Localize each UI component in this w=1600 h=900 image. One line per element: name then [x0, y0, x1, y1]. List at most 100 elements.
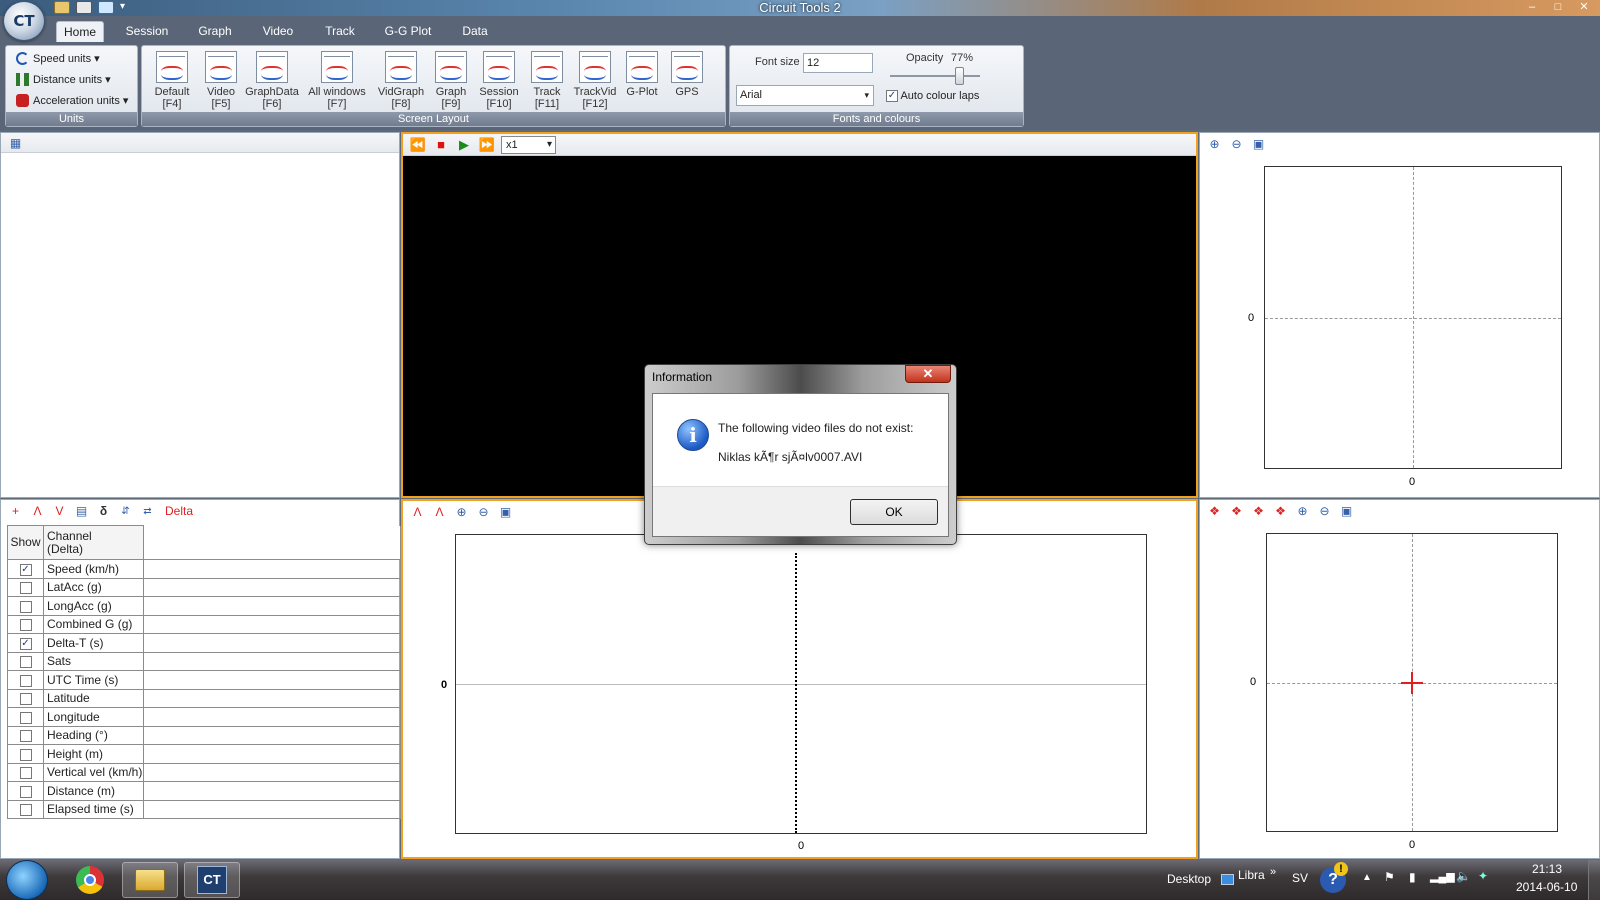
zoom-out-icon[interactable]: ⊖ — [475, 504, 492, 521]
show-desktop-button[interactable] — [1588, 860, 1600, 900]
zoom-out-icon[interactable]: ⊖ — [1316, 503, 1333, 520]
toolbar-overflow-chevron[interactable]: » — [1270, 866, 1276, 878]
maximize-button[interactable]: □ — [1548, 0, 1568, 15]
channel-row[interactable]: ✓ Speed (km/h) — [7, 559, 401, 579]
track-plot-area[interactable] — [1264, 166, 1562, 469]
application-menu-button[interactable]: CT — [3, 1, 45, 41]
layout-default-button[interactable]: Default [F4] — [149, 51, 195, 110]
layout-gplot-button[interactable]: G-Plot — [619, 51, 665, 98]
zoom-out-icon[interactable]: ⊖ — [1228, 136, 1245, 153]
graph-plot-area[interactable] — [455, 534, 1147, 834]
clock-date[interactable]: 2014-06-10 — [1516, 880, 1577, 894]
rewind-icon[interactable]: ⏪ — [409, 137, 427, 153]
channel-row[interactable]: Height (m) — [7, 744, 401, 764]
channel-show-checkbox[interactable] — [19, 767, 32, 780]
show-hidden-icons-arrow[interactable]: ▲ — [1362, 872, 1372, 883]
channel-row[interactable]: ✓ Delta-T (s) — [7, 633, 401, 653]
channel-row[interactable]: Latitude — [7, 688, 401, 708]
dialog-close-button[interactable]: ✕ — [905, 365, 951, 383]
gg-tool-3-icon[interactable]: ❖ — [1250, 503, 1267, 520]
desktop-toolbar-label[interactable]: Desktop — [1167, 872, 1211, 886]
tab-video[interactable]: Video — [253, 21, 303, 42]
col-channel[interactable]: Channel (Delta) — [43, 525, 144, 560]
channel-show-checkbox[interactable] — [19, 600, 32, 613]
channel-show-checkbox[interactable] — [19, 711, 32, 724]
clock-time[interactable]: 21:13 — [1532, 862, 1562, 876]
zoom-fit-icon[interactable]: ▣ — [497, 504, 514, 521]
delta-icon[interactable]: δ — [95, 503, 112, 520]
acceleration-units-dropdown[interactable]: Acceleration units ▾ — [16, 94, 128, 107]
zoom-fit-icon[interactable]: ▣ — [1250, 136, 1267, 153]
auto-colour-checkbox[interactable]: ✓ Auto colour laps — [886, 90, 979, 103]
battery-icon[interactable]: ▮ — [1409, 870, 1416, 884]
channel-row[interactable]: LongAcc (g) — [7, 596, 401, 616]
channel-show-checkbox[interactable] — [19, 804, 32, 817]
channel-show-checkbox[interactable] — [19, 730, 32, 743]
language-indicator[interactable]: SV — [1292, 871, 1308, 885]
graph-tool-1-icon[interactable]: Λ — [409, 504, 426, 521]
signal-icon[interactable]: ▂▄▆ — [1430, 870, 1455, 883]
minimize-button[interactable]: – — [1522, 0, 1542, 15]
layout-all-windows-button[interactable]: All windows [F7] — [305, 51, 369, 110]
swap-icon[interactable]: ⇄ — [139, 503, 156, 520]
channel-show-checkbox[interactable] — [19, 748, 32, 761]
channel-show-checkbox[interactable] — [19, 619, 32, 632]
opacity-slider[interactable] — [890, 67, 980, 85]
tab-home[interactable]: Home — [56, 21, 104, 42]
ok-button[interactable]: OK — [850, 499, 938, 525]
circuit-tools-taskbar-button[interactable]: CT — [184, 862, 240, 898]
channel-row[interactable]: Distance (m) — [7, 781, 401, 801]
start-button[interactable] — [6, 860, 48, 900]
channel-show-checkbox[interactable] — [19, 656, 32, 669]
tab-gg-plot[interactable]: G-G Plot — [378, 21, 438, 42]
speed-units-dropdown[interactable]: Speed units ▾ — [16, 52, 100, 65]
libraries-toolbar-label[interactable]: Libra — [1238, 868, 1265, 882]
font-size-input[interactable]: 12 — [803, 53, 873, 73]
col-show[interactable]: Show — [7, 525, 44, 560]
cursor-icon[interactable]: + — [7, 503, 24, 520]
channel-row[interactable]: Vertical vel (km/h) — [7, 762, 401, 782]
chrome-taskbar-button[interactable] — [62, 862, 118, 898]
layout-vidgraph-button[interactable]: VidGraph [F8] — [375, 51, 427, 110]
opacity-slider-thumb[interactable] — [955, 67, 965, 85]
zoom-in-icon[interactable]: ⊕ — [1294, 503, 1311, 520]
network-icon[interactable]: ✦ — [1478, 869, 1488, 883]
gg-tool-1-icon[interactable]: ❖ — [1206, 503, 1223, 520]
zoom-fit-icon[interactable]: ▣ — [1338, 503, 1355, 520]
font-name-select[interactable]: Arial ▾ — [736, 85, 874, 106]
channel-show-checkbox[interactable] — [19, 785, 32, 798]
channel-row[interactable]: Sats — [7, 651, 401, 671]
gg-tool-4-icon[interactable]: ❖ — [1272, 503, 1289, 520]
channel-show-checkbox[interactable] — [19, 674, 32, 687]
channel-row[interactable]: Elapsed time (s) — [7, 799, 401, 819]
explorer-taskbar-button[interactable] — [122, 862, 178, 898]
layout-video-button[interactable]: Video [F5] — [198, 51, 244, 110]
tab-data[interactable]: Data — [450, 21, 500, 42]
layout-session-button[interactable]: Session [F10] — [475, 51, 523, 110]
channel-row[interactable]: UTC Time (s) — [7, 670, 401, 690]
channel-show-checkbox[interactable] — [19, 582, 32, 595]
channel-row[interactable]: Heading (°) — [7, 725, 401, 745]
columns-chart-icon[interactable]: ▤ — [73, 503, 90, 520]
channel-show-checkbox[interactable]: ✓ — [19, 563, 32, 576]
channel-show-checkbox[interactable] — [19, 693, 32, 706]
tab-graph[interactable]: Graph — [190, 21, 240, 42]
channel-row[interactable]: Longitude — [7, 707, 401, 727]
channel-row[interactable]: LatAcc (g) — [7, 577, 401, 597]
layout-trackvid-button[interactable]: TrackVid [F12] — [570, 51, 620, 110]
zoom-in-icon[interactable]: ⊕ — [453, 504, 470, 521]
columns-icon[interactable]: ▦ — [7, 134, 24, 151]
playback-speed-select[interactable]: x1 — [501, 135, 556, 154]
layout-track-button[interactable]: Track [F11] — [524, 51, 570, 110]
sort-icon[interactable]: ⇵ — [117, 503, 134, 520]
peak-icon[interactable]: Λ — [29, 503, 46, 520]
play-icon[interactable]: ▶ — [455, 137, 473, 153]
graph-cursor-line[interactable] — [795, 553, 797, 833]
layout-graphdata-button[interactable]: GraphData [F6] — [242, 51, 302, 110]
channel-show-checkbox[interactable]: ✓ — [19, 637, 32, 650]
fast-forward-icon[interactable]: ⏩ — [478, 137, 496, 153]
distance-units-dropdown[interactable]: Distance units ▾ — [16, 73, 111, 86]
tab-track[interactable]: Track — [315, 21, 365, 42]
flag-icon[interactable]: ⚑ — [1384, 870, 1395, 884]
gg-plot-area[interactable] — [1266, 533, 1558, 832]
